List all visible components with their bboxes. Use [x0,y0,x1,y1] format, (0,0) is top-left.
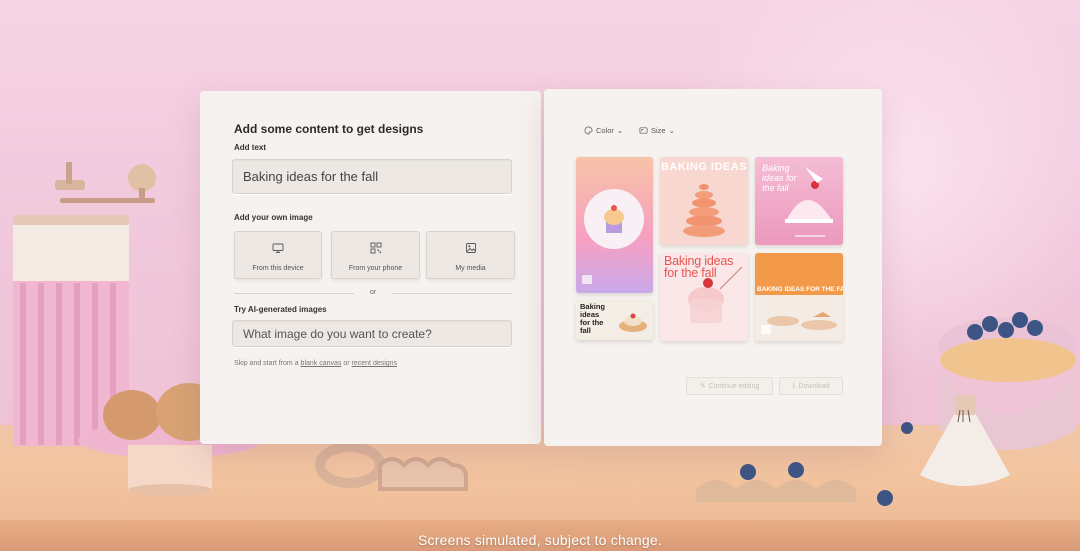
content-input-panel: Add some content to get designs Add text… [200,91,541,444]
tile-label: My media [455,265,486,272]
designs-panel: Color ⌄ Size ⌄ BAKING IDEAS Baking ideas… [544,89,882,446]
qr-code-icon [370,242,381,254]
size-dropdown[interactable]: Size ⌄ [639,126,675,135]
from-this-device-button[interactable]: From this device [234,231,322,279]
download-label: Download [798,382,830,390]
download-icon: ⤓ [792,382,796,389]
tart-graphic [619,313,647,332]
add-text-input[interactable]: Baking ideas for the fall [232,159,512,194]
blank-canvas-link[interactable]: blank canvas [301,360,342,367]
palette-icon [584,126,593,135]
pencil-icon: ✎ [699,383,706,390]
size-label: Size [651,126,666,135]
add-text-label: Add text [234,143,266,152]
continue-editing-button[interactable]: ✎ Continue editing [686,377,773,395]
recent-designs-link[interactable]: recent designs [352,360,398,367]
wooden-tray [696,480,856,502]
ai-images-label: Try AI-generated images [234,305,327,314]
cupcake-glass-graphic [688,266,743,323]
tile-label: From this device [252,265,304,272]
cupcake-graphic [582,189,644,284]
macaron-graphic [683,184,725,237]
design-thumbnail-dome-cake[interactable]: Baking ideas for the fall [755,157,843,245]
from-your-phone-button[interactable]: From your phone [331,231,420,279]
design-thumbnail-orange-banner[interactable]: BAKING IDEAS FOR THE FALL [755,253,843,341]
add-image-label: Add your own image [234,213,313,222]
image-icon [465,243,476,253]
chevron-down-icon: ⌄ [616,126,624,135]
ai-prompt-input[interactable]: What image do you want to create? [232,320,512,347]
design-thumbnail-macaron-tower[interactable]: BAKING IDEAS [660,157,748,245]
cake-plates-graphic [761,312,837,334]
color-label: Color [596,126,614,135]
tile-label: From your phone [348,265,403,272]
cookie-cutters [315,442,468,491]
design-thumbnail-cupcake-circle[interactable] [576,157,653,293]
color-dropdown[interactable]: Color ⌄ [584,126,623,135]
panel-title: Add some content to get designs [234,122,424,136]
design-thumbnail-red-type[interactable]: Baking ideas for the fall [660,253,748,341]
monitor-icon [272,243,284,253]
skip-or: or [343,360,350,367]
skip-prefix: Skip and start from a [234,360,299,367]
my-media-button[interactable]: My media [426,231,515,279]
design-thumbnail-tart-small[interactable]: Baking ideas for the fall [576,300,653,340]
skip-text: Skip and start from a blank canvas or re… [234,360,397,367]
continue-label: Continue editing [708,382,760,390]
dome-cake-graphic [785,167,833,237]
chevron-down-icon: ⌄ [668,126,675,135]
or-divider: or [234,289,512,297]
resize-icon [639,127,648,134]
disclaimer-caption: Screens simulated, subject to change. [418,532,662,548]
download-button[interactable]: ⤓ Download [779,377,843,395]
